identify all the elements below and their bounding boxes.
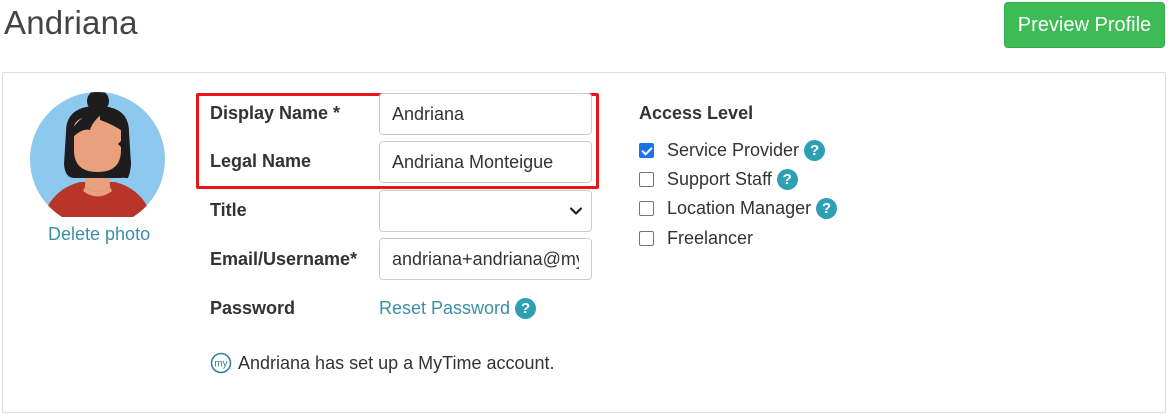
- page-title: Andriana: [4, 4, 138, 41]
- support-staff-checkbox[interactable]: [639, 172, 654, 187]
- reset-password-link[interactable]: Reset Password ?: [379, 298, 537, 319]
- help-icon[interactable]: ?: [515, 298, 537, 319]
- mytime-logo-text: my: [214, 359, 227, 370]
- display-name-label: Display Name *: [210, 103, 341, 123]
- access-item-support-staff[interactable]: Support Staff ?: [639, 169, 798, 190]
- password-label: Password: [210, 298, 296, 318]
- access-item-label: Service Provider: [667, 140, 800, 160]
- display-name-field[interactable]: [379, 93, 592, 135]
- legal-name-label: Legal Name: [210, 151, 312, 171]
- access-item-service-provider[interactable]: Service Provider ?: [639, 140, 826, 161]
- delete-photo-link[interactable]: Delete photo: [48, 224, 150, 245]
- location-manager-checkbox[interactable]: [639, 201, 654, 216]
- freelancer-checkbox[interactable]: [639, 231, 654, 246]
- preview-profile-button[interactable]: Preview Profile: [1004, 2, 1165, 48]
- chevron-down-icon: [569, 207, 583, 215]
- avatar-illustration: [30, 92, 165, 217]
- access-item-label: Freelancer: [667, 228, 754, 248]
- title-label: Title: [210, 200, 247, 220]
- access-item-label: Location Manager: [667, 198, 812, 218]
- reset-password-label: Reset Password: [379, 298, 511, 318]
- email-field[interactable]: [379, 238, 592, 280]
- service-provider-checkbox[interactable]: [639, 143, 654, 158]
- mytime-status: my Andriana has set up a MyTime account.: [210, 352, 555, 374]
- access-item-location-manager[interactable]: Location Manager ?: [639, 198, 838, 219]
- help-icon[interactable]: ?: [804, 140, 826, 161]
- title-select[interactable]: [379, 190, 592, 232]
- help-icon[interactable]: ?: [776, 169, 798, 190]
- email-label: Email/Username*: [210, 249, 358, 269]
- legal-name-field[interactable]: [379, 141, 592, 183]
- access-level-title: Access Level: [639, 103, 754, 123]
- mytime-logo-icon: my: [210, 352, 232, 374]
- access-item-freelancer[interactable]: Freelancer: [639, 228, 753, 249]
- mytime-message: Andriana has set up a MyTime account.: [238, 352, 555, 373]
- access-item-label: Support Staff: [667, 169, 772, 189]
- help-icon[interactable]: ?: [816, 198, 838, 219]
- avatar[interactable]: [30, 92, 165, 217]
